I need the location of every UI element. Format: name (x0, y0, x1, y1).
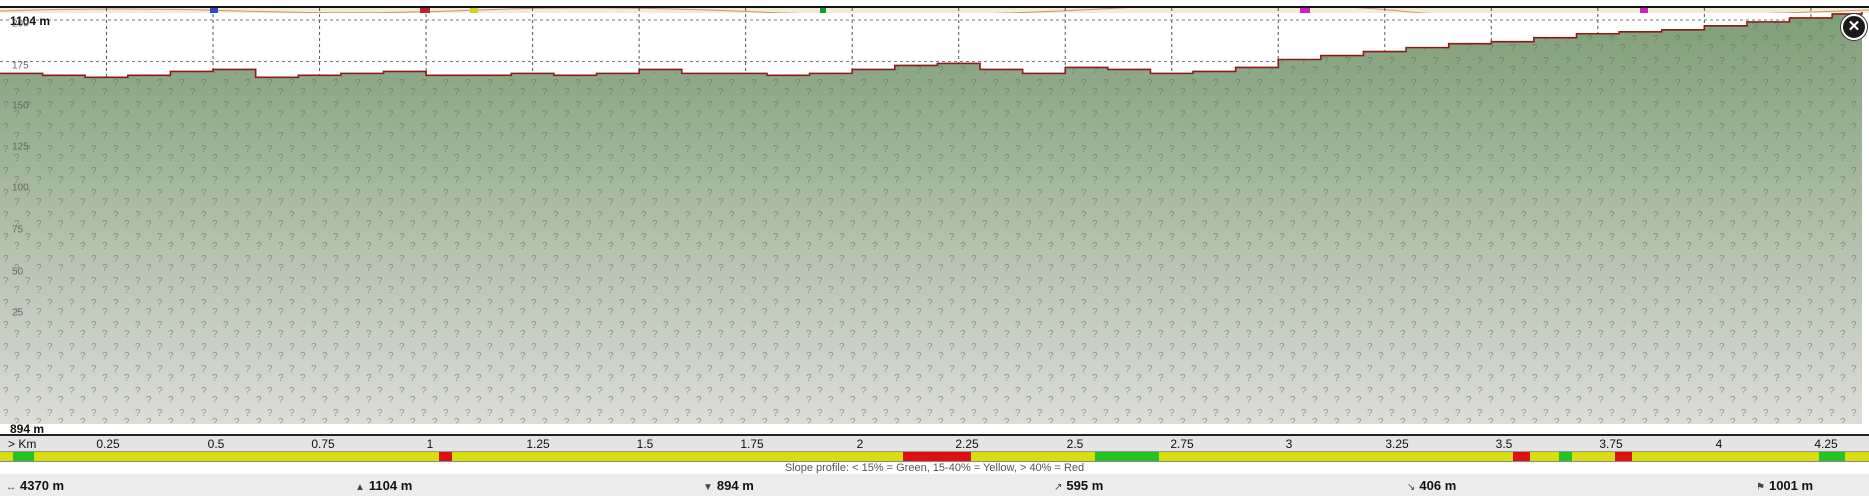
slope-profile-bar (0, 452, 1869, 462)
x-tick-label: 1.25 (526, 437, 550, 451)
stat-descent-value: 406 m (1419, 478, 1457, 493)
axis-unit-label: > Km (8, 437, 37, 451)
elevation-plot: ? ? (0, 8, 1863, 424)
slope-segment-green (1559, 452, 1573, 461)
descent-icon: ↘ (1407, 482, 1416, 493)
stat-max-elevation: ▲ 1104 m (355, 478, 412, 493)
elevation-chart: ? ? 1104 m 894 m 200 175 150 125 100 75 … (0, 6, 1869, 436)
x-tick-label: 0.5 (207, 437, 225, 451)
x-tick-label: 4 (1715, 437, 1723, 451)
y-tick-label: 150 (12, 100, 29, 112)
x-tick-label: 3.25 (1385, 437, 1409, 451)
slope-segment-red (903, 452, 972, 461)
valley-down-icon: ▼ (703, 482, 713, 493)
y-tick-label: 200 (12, 18, 29, 30)
close-icon[interactable]: ✕ (1841, 14, 1867, 40)
stat-end-elevation: ⚑ 1001 m (1756, 478, 1813, 493)
distance-axis: > Km 0.25 0.5 0.75 1 1.25 1.5 1.75 2 2.2… (0, 434, 1869, 452)
stat-max-elevation-value: 1104 m (368, 478, 413, 493)
stat-min-elevation-value: 894 m (716, 478, 754, 493)
slope-profile-caption: Slope profile: < 15% = Green, 15-40% = Y… (784, 462, 1085, 474)
slope-segment-green (1095, 452, 1159, 461)
elevation-area-texture (0, 11, 1862, 424)
x-tick-label: 1.75 (740, 437, 764, 451)
y-tick-label: 25 (12, 307, 24, 319)
y-tick-label: 100 (12, 182, 29, 194)
stat-distance-value: 4370 m (20, 478, 65, 493)
y-tick-label: 175 (12, 60, 29, 72)
x-tick-label: 1.5 (636, 437, 654, 451)
x-tick-label: 3 (1285, 437, 1293, 451)
stat-distance: ↔ 4370 m (6, 478, 64, 493)
y-tick-label: 125 (12, 141, 29, 153)
x-tick-label: 2 (856, 437, 864, 451)
x-tick-label: 2.5 (1066, 437, 1084, 451)
x-tick-label: 4.25 (1814, 437, 1838, 451)
track-stats-bar: ↔ 4370 m ▲ 1104 m ▼ 894 m ↗ 595 m ↘ 406 m ⚑ 10… (0, 474, 1869, 496)
ascent-icon: ↗ (1054, 482, 1063, 493)
slope-segment-red (438, 452, 452, 461)
x-tick-label: 3.5 (1495, 437, 1513, 451)
y-tick-label: 75 (12, 224, 24, 236)
x-tick-label: 0.25 (96, 437, 120, 451)
y-tick-label: 50 (12, 266, 24, 278)
stat-ascent-value: 595 m (1066, 478, 1104, 493)
slope-segment-green (1819, 452, 1845, 461)
peak-up-icon: ▲ (355, 482, 365, 493)
slope-segment-green (12, 452, 35, 461)
stat-ascent: ↗ 595 m (1054, 478, 1103, 493)
x-tick-label: 0.75 (311, 437, 335, 451)
slope-segment-red (1614, 452, 1632, 461)
x-tick-label: 1 (426, 437, 434, 451)
stat-min-elevation: ▼ 894 m (703, 478, 754, 493)
distance-icon: ↔ (6, 482, 16, 493)
x-tick-label: 2.25 (955, 437, 979, 451)
end-elevation-icon: ⚑ (1756, 482, 1765, 493)
stat-end-elevation-value: 1001 m (1768, 478, 1814, 493)
x-tick-label: 2.75 (1170, 437, 1194, 451)
stat-descent: ↘ 406 m (1407, 478, 1456, 493)
x-tick-label: 3.75 (1599, 437, 1623, 451)
slope-segment-red (1512, 452, 1530, 461)
